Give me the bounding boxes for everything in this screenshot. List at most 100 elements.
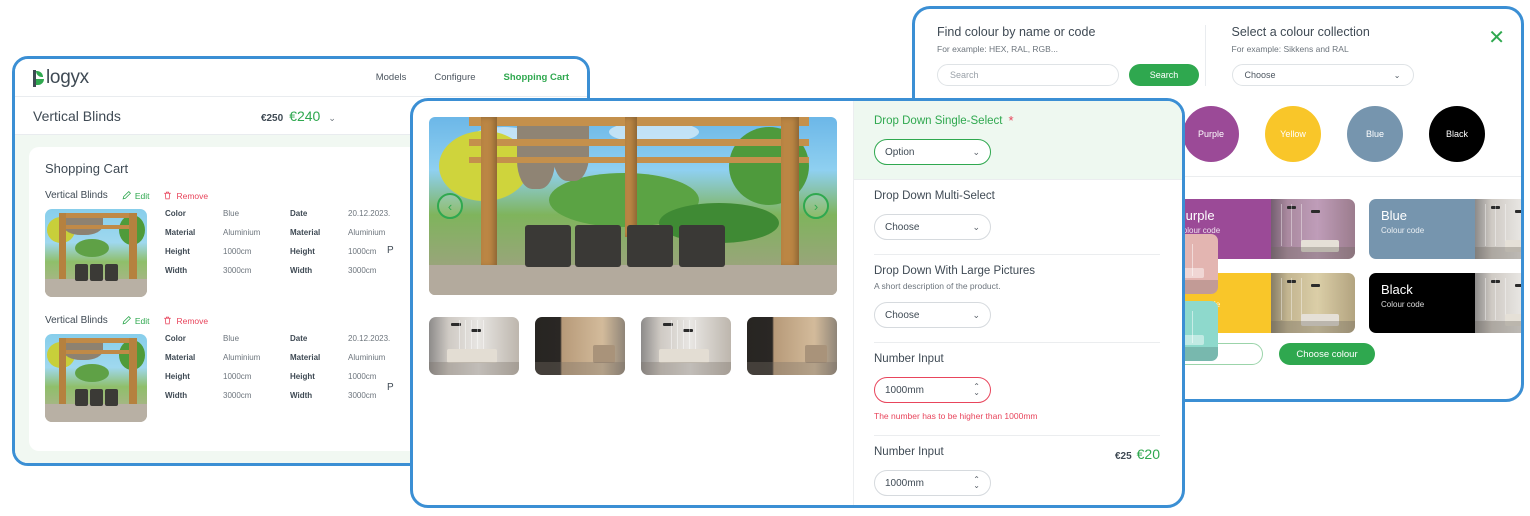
- number-stepper[interactable]: ⌃ ⌄: [973, 383, 980, 397]
- colour-card-preview: [1475, 199, 1521, 259]
- price-new: €240: [289, 107, 321, 124]
- remove-button[interactable]: Remove: [163, 316, 208, 326]
- spec-key: Date: [290, 334, 308, 343]
- summary-price: €250 €240 ⌄: [261, 108, 336, 124]
- number-input-2[interactable]: 1000mm ⌃ ⌄: [874, 470, 991, 496]
- field-label-text: Drop Down With Large Pictures: [874, 265, 1036, 277]
- cart-item-thumbnail[interactable]: [45, 334, 147, 422]
- number-input-1[interactable]: 1000mm ⌃ ⌄: [874, 377, 991, 403]
- spec-value: 20.12.2023.: [348, 334, 391, 343]
- hero-product-image[interactable]: ‹ ›: [429, 117, 837, 295]
- swatch-label: Blue: [1365, 129, 1384, 139]
- gallery-thumbnail-3[interactable]: [641, 317, 731, 375]
- remove-button[interactable]: Remove: [163, 191, 208, 201]
- gallery-prev-button[interactable]: ‹: [437, 193, 463, 219]
- chevron-down-icon: ⌄: [972, 221, 980, 232]
- field-label-text: Number Input: [874, 446, 944, 458]
- screenshot-stage: logyx Models Configure Shopping Cart Ver…: [0, 0, 1530, 516]
- spec-value: Aluminium: [223, 228, 261, 237]
- swatch-black[interactable]: Black: [1429, 106, 1485, 162]
- field-label: Number Input: [874, 446, 944, 458]
- collection-select-value: Choose: [1244, 70, 1276, 80]
- colour-card-blue[interactable]: Blue Colour code: [1369, 199, 1521, 259]
- spec-value: Aluminium: [348, 228, 386, 237]
- spec-column: Date 20.12.2023. Material Aluminium Height…: [290, 209, 415, 297]
- stepper-down-icon[interactable]: ⌄: [973, 482, 980, 490]
- spec-key: Height: [290, 247, 315, 256]
- number-input-value: 1000mm: [885, 477, 924, 489]
- remove-label: Remove: [176, 315, 209, 326]
- select-value: Choose: [885, 309, 920, 321]
- gallery-thumbnail-2[interactable]: [535, 317, 625, 375]
- product-configurator-panel: ‹ › Drop Down Single-Select * Option ⌄ D…: [410, 98, 1185, 508]
- spec-value: 1000cm: [348, 372, 377, 381]
- search-button[interactable]: Search: [1129, 64, 1199, 86]
- edit-button[interactable]: Edit: [122, 315, 150, 326]
- pencil-icon: [122, 191, 131, 200]
- gallery-thumbnail-4[interactable]: [747, 317, 837, 375]
- large-pictures-dropdown[interactable]: Choose ⌄: [874, 302, 991, 328]
- colour-card-info: Black Colour code: [1369, 273, 1476, 333]
- spec-value: 20.12.2023.: [348, 209, 391, 218]
- select-value: Choose: [885, 221, 920, 233]
- search-row: Search Search: [937, 64, 1205, 86]
- gallery-next-button[interactable]: ›: [803, 193, 829, 219]
- search-button-label: Search: [1149, 70, 1179, 80]
- cart-item-name: Vertical Blinds: [45, 315, 108, 326]
- swatch-blue[interactable]: Blue: [1347, 106, 1403, 162]
- field-price: €25 €20: [1115, 446, 1160, 462]
- find-colour-section: Find colour by name or code For example:…: [937, 25, 1205, 86]
- edit-button[interactable]: Edit: [122, 190, 150, 201]
- spec-column: Color Blue Material Aluminium Height 1000cm…: [165, 209, 290, 297]
- main-nav: Models Configure Shopping Cart: [376, 72, 569, 83]
- spec-key: Material: [290, 228, 321, 237]
- spec-value: 3000cm: [348, 266, 377, 275]
- field-price-new: €20: [1136, 446, 1160, 462]
- spec-value: Blue: [223, 209, 240, 218]
- field-label: Drop Down Single-Select *: [874, 114, 1160, 127]
- logo-text: logyx: [46, 66, 89, 88]
- field-label-text: Drop Down Single-Select: [874, 115, 1003, 127]
- colour-card-preview: [1271, 273, 1355, 333]
- nav-item-shopping-cart[interactable]: Shopping Cart: [504, 72, 569, 83]
- gallery-thumbnail-1[interactable]: [429, 317, 519, 375]
- choose-colour-button[interactable]: Choose colour: [1279, 343, 1375, 365]
- spec-value: Blue: [223, 334, 240, 343]
- close-icon[interactable]: ✕: [1488, 28, 1505, 48]
- nav-item-configure[interactable]: Configure: [434, 72, 475, 83]
- gallery-thumbnails: [429, 317, 841, 375]
- field-number-input-error: Number Input 1000mm ⌃ ⌄ The number has t…: [874, 343, 1160, 436]
- site-header: logyx Models Configure Shopping Cart: [15, 59, 587, 97]
- cart-item-thumbnail[interactable]: [45, 209, 147, 297]
- edit-label: Edit: [134, 190, 150, 201]
- colour-card-preview: [1271, 199, 1355, 259]
- edit-label: Edit: [134, 315, 150, 326]
- search-placeholder: Search: [950, 70, 979, 80]
- spec-value: 1000cm: [348, 247, 377, 256]
- chevron-down-icon: ⌄: [1393, 70, 1401, 80]
- colour-card-black[interactable]: Black Colour code: [1369, 273, 1521, 333]
- chevron-down-icon[interactable]: ⌄: [328, 113, 336, 124]
- find-colour-subtitle: For example: HEX, RAL, RGB...: [937, 44, 1058, 54]
- chevron-left-icon: ‹: [447, 198, 453, 214]
- field-description: A short description of the product.: [874, 281, 1001, 291]
- nav-item-models[interactable]: Models: [376, 72, 407, 83]
- colour-picker-header: Find colour by name or code For example:…: [915, 9, 1521, 100]
- number-stepper[interactable]: ⌃ ⌄: [973, 476, 980, 490]
- multi-select-dropdown[interactable]: Choose ⌄: [874, 214, 991, 240]
- collection-select[interactable]: Choose ⌄: [1231, 64, 1414, 86]
- single-select-dropdown[interactable]: Option ⌄: [874, 139, 991, 165]
- colour-card-name: Black: [1381, 282, 1413, 297]
- field-number-input-priced: Number Input €25 €20 1000mm ⌃ ⌄: [874, 436, 1160, 505]
- logyx-logo[interactable]: logyx: [33, 66, 89, 88]
- swatch-yellow[interactable]: Yellow: [1265, 106, 1321, 162]
- swatch-purple[interactable]: Purple: [1183, 106, 1239, 162]
- field-label: Number Input: [874, 353, 1160, 365]
- price-old: €250: [260, 112, 284, 124]
- stepper-down-icon[interactable]: ⌄: [973, 389, 980, 397]
- colour-card-code: Colour code: [1381, 300, 1425, 309]
- spec-key: Height: [290, 372, 315, 381]
- colour-search-input[interactable]: Search: [937, 64, 1119, 86]
- trash-icon: [164, 191, 172, 200]
- price-label-clipped: P: [387, 245, 394, 256]
